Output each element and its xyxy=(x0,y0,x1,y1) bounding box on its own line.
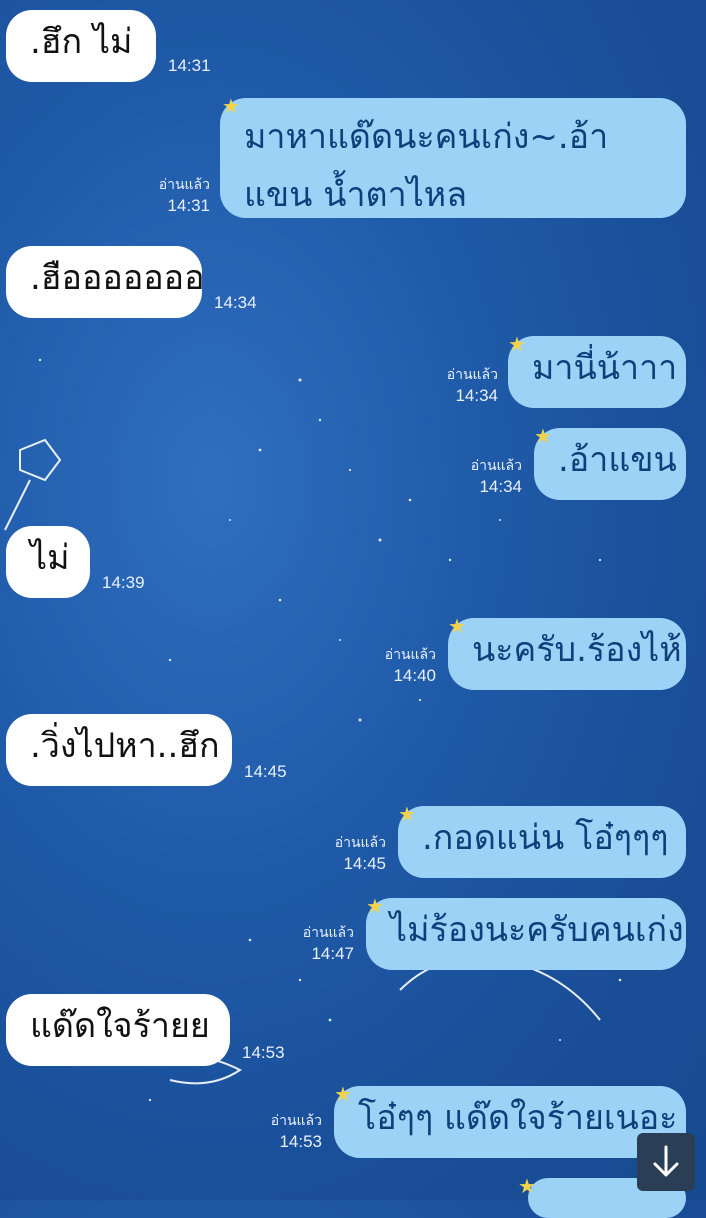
message-time: 14:31 xyxy=(167,196,210,215)
message-bubble-outgoing[interactable]: นะครับ.ร้องไห้ xyxy=(448,618,686,690)
message-meta: อ่านแล้ว 14:31 xyxy=(110,174,210,216)
star-icon: ★ xyxy=(398,802,416,826)
star-icon: ★ xyxy=(448,614,466,638)
star-icon: ★ xyxy=(508,332,526,356)
star-icon: ★ xyxy=(534,424,552,448)
message-bubble-incoming[interactable]: ไม่ xyxy=(6,526,90,598)
message-time: 14:40 xyxy=(393,666,436,685)
read-receipt: อ่านแล้ว xyxy=(158,176,210,192)
message-bubble-outgoing[interactable]: มาหาแด๊ดนะคนเก่ง~.อ้าแขน น้ำตาไหล xyxy=(220,98,686,218)
message-meta: อ่านแล้ว 14:34 xyxy=(398,364,498,406)
star-icon: ★ xyxy=(222,94,240,118)
message-meta: อ่านแล้ว 14:34 xyxy=(422,455,522,497)
star-icon: ★ xyxy=(334,1082,352,1106)
message-meta: อ่านแล้ว 14:47 xyxy=(254,922,354,964)
scroll-to-bottom-button[interactable] xyxy=(637,1133,695,1191)
message-bubble-incoming[interactable]: แด๊ดใจร้ายย xyxy=(6,994,230,1066)
arrow-down-icon xyxy=(653,1145,679,1177)
read-receipt: อ่านแล้ว xyxy=(384,646,436,662)
message-bubble-outgoing[interactable]: .กอดแน่น โอ๋ๆๆๆ xyxy=(398,806,686,878)
read-receipt: อ่านแล้ว xyxy=(470,457,522,473)
read-receipt: อ่านแล้ว xyxy=(270,1112,322,1128)
read-receipt: อ่านแล้ว xyxy=(302,924,354,940)
message-bubble-incoming[interactable]: .ฮึก ไม่ xyxy=(6,10,156,82)
message-time: 14:39 xyxy=(102,573,145,592)
message-bubble-outgoing[interactable]: .อ้าแขน xyxy=(534,428,686,500)
message-time: 14:34 xyxy=(479,477,522,496)
message-bubble-incoming[interactable]: .ฮือออออออ xyxy=(6,246,205,318)
message-meta: อ่านแล้ว 14:45 xyxy=(286,832,386,874)
message-time: 14:47 xyxy=(311,944,354,963)
message-time: 14:45 xyxy=(343,854,386,873)
message-meta: อ่านแล้ว 14:53 xyxy=(222,1110,322,1152)
message-time: 14:31 xyxy=(168,56,211,75)
message-bubble-outgoing[interactable]: มานี่น้าาา xyxy=(508,336,686,408)
message-bubble-incoming[interactable]: .วิ่งไปหา..ฮึก xyxy=(6,714,232,786)
message-time: 14:53 xyxy=(242,1043,285,1062)
star-icon: ★ xyxy=(518,1174,536,1198)
message-bubble-outgoing[interactable]: ไม่ร้องนะครับคนเก่ง xyxy=(366,898,686,970)
read-receipt: อ่านแล้ว xyxy=(334,834,386,850)
message-bubble-outgoing[interactable]: โอ๋ๆๆ แด๊ดใจร้ายเนอะ xyxy=(334,1086,686,1158)
message-time: 14:45 xyxy=(244,762,287,781)
star-icon: ★ xyxy=(366,894,384,918)
read-receipt: อ่านแล้ว xyxy=(446,366,498,382)
message-time: 14:34 xyxy=(455,386,498,405)
message-time: 14:53 xyxy=(279,1132,322,1151)
message-meta: อ่านแล้ว 14:40 xyxy=(336,644,436,686)
message-time: 14:34 xyxy=(214,293,257,312)
